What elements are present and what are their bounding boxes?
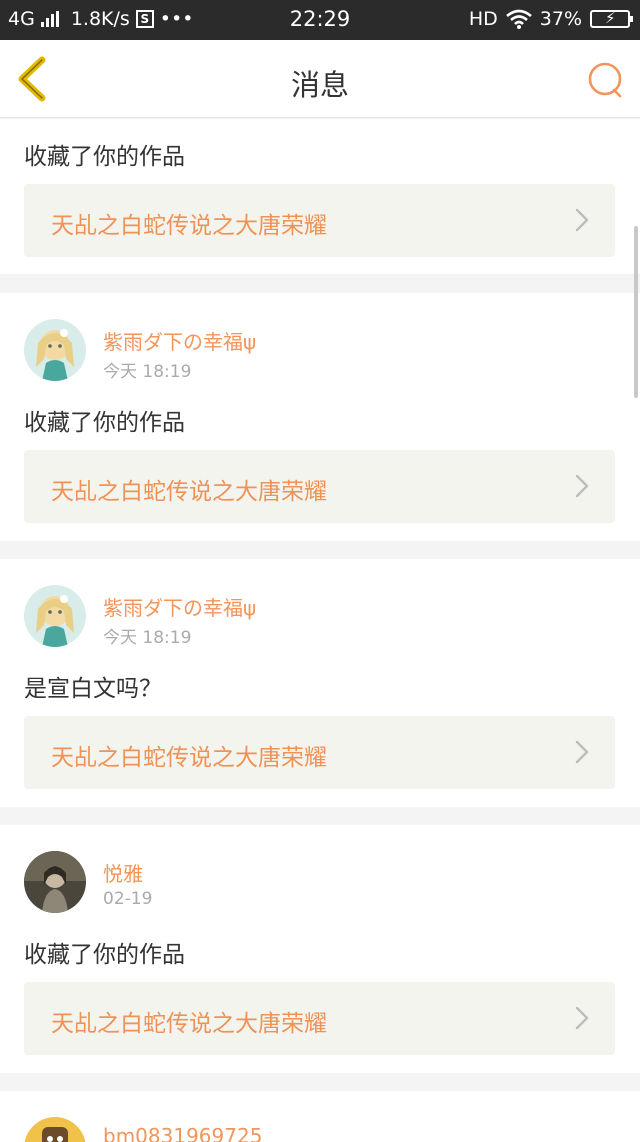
work-title: 天乩之白蛇传说之大唐荣耀 <box>51 479 327 505</box>
message-card: 悦雅 02-19 收藏了你的作品 天乩之白蛇传说之大唐荣耀 <box>0 825 640 1073</box>
username[interactable]: 紫雨ダ下の幸福ψ <box>103 592 256 621</box>
nav-header: 消息 <box>0 40 640 118</box>
work-title: 天乩之白蛇传说之大唐荣耀 <box>51 1011 327 1037</box>
message-text: 收藏了你的作品 <box>24 942 185 968</box>
user-avatar[interactable] <box>24 1117 86 1142</box>
work-title: 天乩之白蛇传说之大唐荣耀 <box>51 745 327 771</box>
work-title: 天乩之白蛇传说之大唐荣耀 <box>51 213 327 239</box>
username[interactable]: bm0831969725 <box>103 1124 262 1142</box>
status-bar: 4G 1.8K/s S ••• 22:29 HD 37% ⚡ <box>0 0 640 40</box>
timestamp: 今天 18:19 <box>103 362 192 382</box>
chevron-right-icon <box>575 740 589 764</box>
chevron-right-icon <box>575 474 589 498</box>
message-card: 紫雨ダ下の幸福ψ 今天 18:19 是宣白文吗？ 天乩之白蛇传说之大唐荣耀 <box>0 559 640 807</box>
work-link[interactable]: 天乩之白蛇传说之大唐荣耀 <box>24 982 615 1055</box>
battery-icon: ⚡ <box>590 9 633 28</box>
message-text: 是宣白文吗？ <box>24 676 162 702</box>
hd-label: HD <box>468 8 498 30</box>
work-link[interactable]: 天乩之白蛇传说之大唐荣耀 <box>24 450 615 523</box>
message-card: 紫雨ダ下の幸福ψ 今天 18:19 收藏了你的作品 天乩之白蛇传说之大唐荣耀 <box>0 293 640 541</box>
work-link[interactable]: 天乩之白蛇传说之大唐荣耀 <box>24 184 615 257</box>
timestamp: 02-19 <box>103 889 153 909</box>
username[interactable]: 悦雅 <box>103 858 143 887</box>
search-icon[interactable] <box>586 60 626 100</box>
message-text: 收藏了你的作品 <box>24 410 185 436</box>
chevron-right-icon <box>575 208 589 232</box>
page-title: 消息 <box>290 68 349 102</box>
timestamp: 今天 18:19 <box>103 628 192 648</box>
message-card: bm0831969725 <box>0 1091 640 1142</box>
status-right: HD 37% ⚡ <box>468 8 633 30</box>
scrollbar[interactable] <box>634 226 638 398</box>
message-text: 收藏了你的作品 <box>24 144 185 170</box>
message-list[interactable]: 收藏了你的作品 天乩之白蛇传说之大唐荣耀 紫雨ダ下の幸福ψ 今天 18:19 收… <box>0 119 640 1142</box>
user-avatar[interactable] <box>24 585 86 647</box>
message-card: 收藏了你的作品 天乩之白蛇传说之大唐荣耀 <box>0 119 640 274</box>
wifi-icon <box>505 9 532 29</box>
username[interactable]: 紫雨ダ下の幸福ψ <box>103 326 256 355</box>
chevron-right-icon <box>575 1006 589 1030</box>
work-link[interactable]: 天乩之白蛇传说之大唐荣耀 <box>24 716 615 789</box>
user-avatar[interactable] <box>24 319 86 381</box>
user-avatar[interactable] <box>24 851 86 913</box>
battery-percent: 37% <box>539 8 582 30</box>
